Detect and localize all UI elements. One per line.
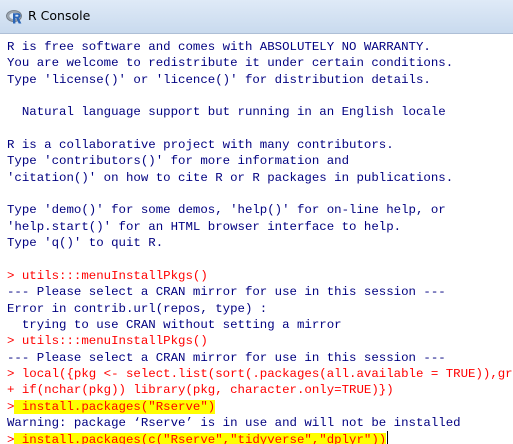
r-logo-icon xyxy=(6,10,22,24)
output-line: Error in contrib.url(repos, type) : xyxy=(7,301,268,316)
output-line: Warning: package ‘Rserve’ is in use and … xyxy=(7,415,461,430)
console-output[interactable]: R is free software and comes with ABSOLU… xyxy=(0,34,513,444)
highlighted-command: install.packages("Rserve") xyxy=(14,399,216,414)
output-line: trying to use CRAN without setting a mir… xyxy=(7,317,342,332)
command-line: > utils:::menuInstallPkgs() xyxy=(7,268,208,283)
highlighted-command: install.packages(c("Rserve","tidyverse",… xyxy=(14,433,387,444)
output-line: Type 'license()' or 'licence()' for dist… xyxy=(7,72,431,87)
output-line: 'citation()' on how to cite R or R packa… xyxy=(7,170,454,185)
r-console-window: R Console R is free software and comes w… xyxy=(0,0,513,444)
command-line: > utils:::menuInstallPkgs() xyxy=(7,334,208,349)
output-line: R is a collaborative project with many c… xyxy=(7,138,394,153)
output-line: You are welcome to redistribute it under… xyxy=(7,56,454,71)
output-line: R is free software and comes with ABSOLU… xyxy=(7,40,431,54)
output-line: Type 'q()' to quit R. xyxy=(7,236,164,251)
active-command-line[interactable]: > install.packages(c("Rserve","tidyverse… xyxy=(7,431,513,444)
output-line: --- Please select a CRAN mirror for use … xyxy=(7,350,446,365)
output-line: 'help.start()' for an HTML browser inter… xyxy=(7,219,402,234)
output-line: Natural language support but running in … xyxy=(7,105,446,120)
output-line: Type 'demo()' for some demos, 'help()' f… xyxy=(7,203,446,218)
command-line: + if(nchar(pkg)) library(pkg, character.… xyxy=(7,383,394,398)
output-line: Type 'contributors()' for more informati… xyxy=(7,154,350,169)
command-line: > local({pkg <- select.list(sort(.packag… xyxy=(7,366,513,381)
highlighted-command-line: > install.packages("Rserve") xyxy=(7,399,513,415)
text-cursor xyxy=(387,431,389,444)
output-line: --- Please select a CRAN mirror for use … xyxy=(7,285,446,300)
window-title: R Console xyxy=(28,8,91,23)
title-bar[interactable]: R Console xyxy=(0,0,513,34)
